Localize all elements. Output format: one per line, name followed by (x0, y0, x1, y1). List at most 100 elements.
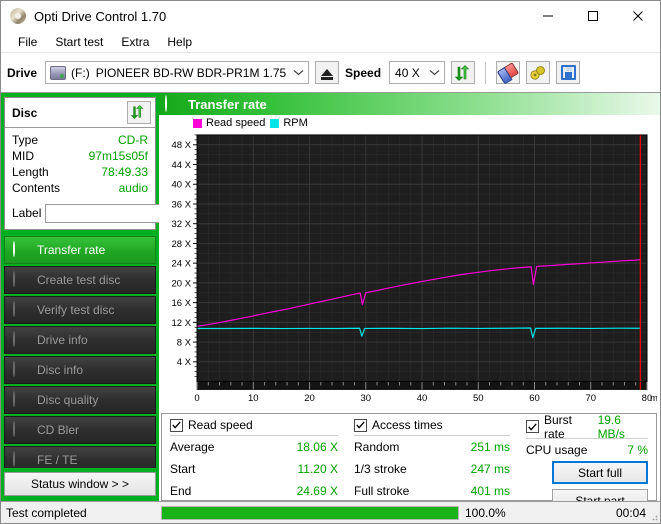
sidebar-item-cd-bler[interactable]: CD Bler (4, 416, 156, 444)
stat-value: 247 ms (470, 462, 510, 476)
sidebar-item-drive-info[interactable]: Drive info (4, 326, 156, 354)
sidebar-nav: Transfer rate Create test disc Verify te… (1, 233, 159, 468)
erase-button[interactable] (496, 61, 521, 84)
access-times-header: Access times (354, 418, 510, 436)
sidebar-item-verify-test-disc[interactable]: Verify test disc (4, 296, 156, 324)
status-text: Test completed (6, 505, 87, 520)
disc-length-value: 78:49.33 (101, 165, 148, 179)
chart-title-text: Transfer rate (188, 96, 267, 112)
toolbar-divider (485, 61, 487, 84)
speed-label: Speed (345, 65, 382, 80)
svg-text:32 X: 32 X (172, 218, 192, 229)
stat-value: 401 ms (470, 484, 510, 498)
svg-text:20: 20 (304, 392, 315, 403)
main-panel: Transfer rate Read speed RPM 4 X 8 X 12 X 1… (159, 93, 660, 512)
legend-label: Read speed (206, 117, 266, 129)
stats-burst-rate: Burst rate 19.6 MB/s CPU usage 7 % Start… (518, 413, 656, 512)
chart-legend: Read speed RPM (159, 115, 660, 131)
drive-name: PIONEER BD-RW BDR-PR1M 1.75 (95, 65, 287, 80)
read-speed-checkbox[interactable] (170, 418, 183, 432)
stat-row-start: Start 11.20 X (170, 458, 338, 480)
disc-refresh-button[interactable] (127, 101, 151, 124)
disc-type-key: Type (12, 133, 39, 147)
svg-text:4 X: 4 X (177, 356, 192, 367)
save-button[interactable] (556, 61, 581, 84)
plot-canvas: 4 X 8 X 12 X 16 X 20 X 24 X 28 X 32 X 36 X 40 X 44… (159, 131, 657, 411)
burst-rate-value: 19.6 MB/s (597, 412, 625, 441)
svg-text:12 X: 12 X (172, 317, 192, 328)
eject-button[interactable] (315, 61, 340, 84)
legend-item-read-speed: Read speed (193, 117, 265, 129)
elapsed-time: 00:04 (615, 505, 646, 520)
maximize-icon[interactable] (570, 1, 615, 31)
svg-text:min: min (650, 392, 657, 403)
disc-row-contents: Contents audio (12, 180, 148, 196)
svg-text:40: 40 (417, 392, 428, 403)
svg-text:30: 30 (361, 392, 372, 403)
close-icon[interactable] (615, 1, 660, 31)
svg-text:70: 70 (585, 392, 596, 403)
refresh-button[interactable] (451, 61, 476, 84)
read-speed-header: Read speed (170, 418, 338, 436)
menu-item-start-test[interactable]: Start test (46, 33, 112, 51)
stat-row-end: End 24.69 X (170, 480, 338, 502)
stat-value: 18.06 X (296, 440, 338, 454)
stat-value: 7 % (627, 443, 648, 457)
disc-row-length: Length 78:49.33 (12, 164, 148, 180)
disc-label-key: Label (12, 206, 42, 220)
app-window: Opti Drive Control 1.70 File Start test … (0, 0, 661, 524)
stats-read-speed: Read speed Average 18.06 X Start 11.20 X… (162, 418, 346, 500)
read-speed-title: Read speed (188, 418, 253, 432)
stats-panel: Read speed Average 18.06 X Start 11.20 X… (161, 413, 657, 512)
progress-fill (162, 506, 458, 519)
speed-value: 40 X (395, 65, 420, 80)
stats-access-times: Access times Random 251 ms 1/3 stroke 24… (346, 418, 518, 500)
disc-contents-key: Contents (12, 181, 61, 195)
start-full-button[interactable]: Start full (552, 461, 648, 484)
legend-swatch (193, 118, 202, 128)
stat-key: End (170, 484, 192, 498)
stat-key: CPU usage (526, 443, 588, 457)
access-times-checkbox[interactable] (354, 418, 367, 432)
menu-item-help[interactable]: Help (158, 33, 201, 51)
disc-mid-key: MID (12, 149, 34, 163)
disc-type-value: CD-R (118, 133, 148, 147)
sidebar-item-create-test-disc[interactable]: Create test disc (4, 266, 156, 294)
menu-item-extra[interactable]: Extra (112, 33, 158, 51)
menu-bar: File Start test Extra Help (1, 31, 660, 53)
drive-toolbar: Drive (F:) PIONEER BD-RW BDR-PR1M 1.75 S… (1, 53, 660, 93)
disc-icon (13, 391, 29, 408)
svg-text:20 X: 20 X (172, 277, 192, 288)
sidebar-item-disc-info[interactable]: Disc info (4, 356, 156, 384)
sidebar-item-fe-te[interactable]: FE / TE (4, 446, 156, 468)
burst-rate-title: Burst rate (544, 412, 573, 441)
disc-row-mid: MID 97m15s05f (12, 148, 148, 164)
sidebar-item-transfer-rate[interactable]: Transfer rate (4, 236, 156, 264)
disc-length-key: Length (12, 165, 49, 179)
disc-icon (13, 271, 29, 288)
sidebar-item-label: Verify test disc (37, 303, 115, 317)
refresh-icon (454, 64, 472, 81)
disc-label-row: Label (5, 200, 237, 229)
status-window-button[interactable]: Status window > > (4, 472, 156, 496)
menu-item-file[interactable]: File (9, 33, 46, 51)
drive-select[interactable]: (F:) PIONEER BD-RW BDR-PR1M 1.75 (45, 61, 310, 84)
chart-header: Transfer rate (159, 93, 660, 115)
svg-text:50: 50 (473, 392, 484, 403)
tools-button[interactable] (526, 61, 551, 84)
svg-text:36 X: 36 X (172, 199, 192, 210)
disc-info-rows: Type CD-R MID 97m15s05f Length 78:49.33 … (5, 128, 155, 200)
stat-value: 11.20 X (297, 462, 338, 476)
svg-text:24 X: 24 X (172, 258, 192, 269)
chart-plot-area: 4 X 8 X 12 X 16 X 20 X 24 X 28 X 32 X 36 X 40 X 44… (159, 131, 660, 411)
minimize-icon[interactable] (525, 1, 570, 31)
burst-rate-checkbox[interactable] (526, 420, 539, 433)
window-title: Opti Drive Control 1.70 (34, 8, 167, 24)
progress-percent: 100.0% (465, 505, 506, 520)
speed-select[interactable]: 40 X (389, 61, 446, 84)
disc-panel-header: Disc (5, 98, 155, 128)
stat-row-third-stroke: 1/3 stroke 247 ms (354, 458, 510, 480)
sidebar-item-disc-quality[interactable]: Disc quality (4, 386, 156, 414)
svg-text:60: 60 (529, 392, 540, 403)
stat-value: 24.69 X (296, 484, 338, 498)
